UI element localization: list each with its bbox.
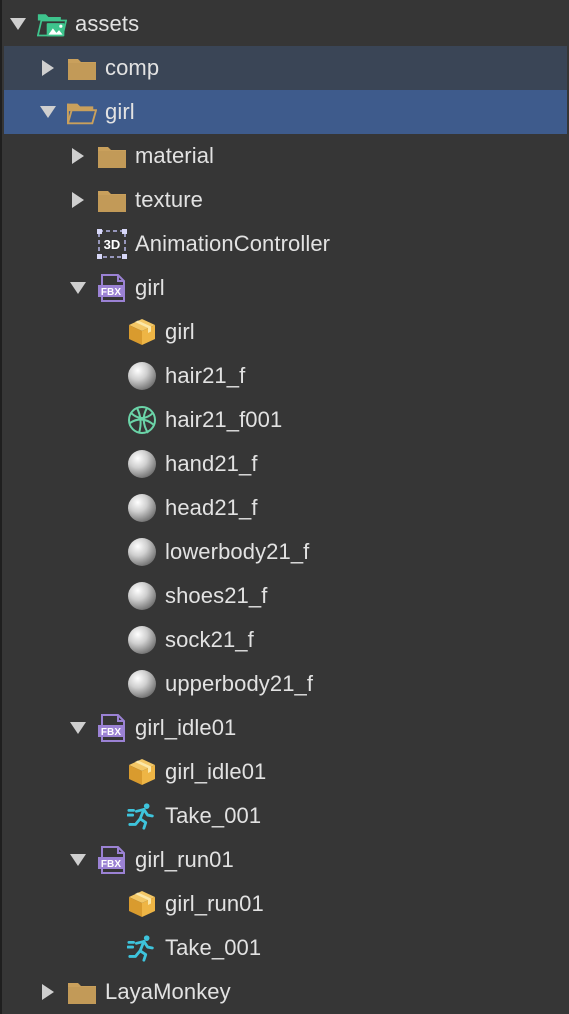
tree-row[interactable]: girl_idle01: [4, 750, 567, 794]
tree-row[interactable]: girl: [4, 90, 567, 134]
material-sphere-icon: [127, 581, 157, 611]
tree-row-label: girl_idle01: [165, 759, 267, 784]
tree-row[interactable]: texture: [4, 178, 567, 222]
tree-row-label: upperbody21_f: [165, 671, 314, 696]
arrow-spacer: [98, 410, 118, 430]
collapse-arrow-icon[interactable]: [8, 14, 28, 34]
arrow-spacer: [68, 234, 88, 254]
svg-text:FBX: FBX: [101, 287, 122, 298]
mesh-sphere-icon: [127, 405, 157, 435]
asset-tree: assets comp girl material texture 3D Animation…: [0, 0, 567, 1014]
tree-row-label: LayaMonkey: [105, 979, 231, 1004]
tree-row[interactable]: comp: [4, 46, 567, 90]
tree-row-label: AnimationController: [135, 231, 331, 256]
tree-row[interactable]: head21_f: [4, 486, 567, 530]
collapse-arrow-icon[interactable]: [68, 278, 88, 298]
tree-row-label: girl: [165, 319, 195, 344]
arrow-spacer: [98, 630, 118, 650]
prefab-box-icon: [127, 889, 157, 919]
tree-row-label: girl_idle01: [135, 715, 237, 740]
material-sphere-icon: [127, 537, 157, 567]
prefab-box-icon: [127, 317, 157, 347]
tree-row[interactable]: girl_run01: [4, 882, 567, 926]
tree-row-label: girl_run01: [135, 847, 234, 872]
arrow-spacer: [98, 498, 118, 518]
tree-row-label: head21_f: [165, 495, 258, 520]
tree-row[interactable]: FBX girl_idle01: [4, 706, 567, 750]
arrow-spacer: [98, 454, 118, 474]
tree-row[interactable]: FBX girl: [4, 266, 567, 310]
tree-row-label: girl_run01: [165, 891, 264, 916]
expand-arrow-icon[interactable]: [68, 190, 88, 210]
tree-row-label: Take_001: [165, 803, 262, 828]
expand-arrow-icon[interactable]: [68, 146, 88, 166]
tree-row[interactable]: Take_001: [4, 926, 567, 970]
arrow-spacer: [98, 674, 118, 694]
animation-clip-running-icon: [127, 933, 157, 963]
folder-icon: [97, 185, 127, 215]
tree-row-label: shoes21_f: [165, 583, 268, 608]
svg-text:FBX: FBX: [101, 727, 122, 738]
folder-icon: [67, 53, 97, 83]
tree-row-label: lowerbody21_f: [165, 539, 310, 564]
tree-row[interactable]: material: [4, 134, 567, 178]
collapse-arrow-icon[interactable]: [38, 102, 58, 122]
folder-icon: [67, 977, 97, 1007]
tree-row-label: girl: [105, 99, 135, 124]
tree-row[interactable]: upperbody21_f: [4, 662, 567, 706]
arrow-spacer: [98, 366, 118, 386]
prefab-box-icon: [127, 757, 157, 787]
tree-row[interactable]: hand21_f: [4, 442, 567, 486]
arrow-spacer: [98, 894, 118, 914]
tree-row-label: hair21_f001: [165, 407, 283, 432]
collapse-arrow-icon[interactable]: [68, 718, 88, 738]
expand-arrow-icon[interactable]: [38, 982, 58, 1002]
tree-row[interactable]: LayaMonkey: [4, 970, 567, 1014]
svg-text:3D: 3D: [104, 237, 121, 252]
tree-row-label: comp: [105, 55, 160, 80]
material-sphere-icon: [127, 361, 157, 391]
tree-row[interactable]: assets: [4, 2, 567, 46]
tree-row[interactable]: girl: [4, 310, 567, 354]
tree-row[interactable]: FBX girl_run01: [4, 838, 567, 882]
arrow-spacer: [98, 938, 118, 958]
animation-controller-3d-icon: 3D: [97, 229, 127, 259]
collapse-arrow-icon[interactable]: [68, 850, 88, 870]
fbx-file-icon: FBX: [97, 273, 127, 303]
animation-clip-running-icon: [127, 801, 157, 831]
tree-row-label: hand21_f: [165, 451, 258, 476]
open-folder-icon: [67, 97, 97, 127]
tree-row-label: girl: [135, 275, 165, 300]
tree-row[interactable]: Take_001: [4, 794, 567, 838]
fbx-file-icon: FBX: [97, 845, 127, 875]
tree-row-label: Take_001: [165, 935, 262, 960]
fbx-file-icon: FBX: [97, 713, 127, 743]
svg-text:FBX: FBX: [101, 859, 122, 870]
tree-row-label: assets: [75, 11, 140, 36]
expand-arrow-icon[interactable]: [38, 58, 58, 78]
folder-icon: [97, 141, 127, 171]
tree-row[interactable]: 3D AnimationController: [4, 222, 567, 266]
arrow-spacer: [98, 762, 118, 782]
tree-row[interactable]: hair21_f: [4, 354, 567, 398]
material-sphere-icon: [127, 625, 157, 655]
tree-row[interactable]: sock21_f: [4, 618, 567, 662]
tree-row-label: material: [135, 143, 215, 168]
tree-row-label: sock21_f: [165, 627, 254, 652]
tree-row[interactable]: hair21_f001: [4, 398, 567, 442]
arrow-spacer: [98, 586, 118, 606]
tree-row[interactable]: lowerbody21_f: [4, 530, 567, 574]
tree-row-label: hair21_f: [165, 363, 246, 388]
material-sphere-icon: [127, 449, 157, 479]
material-sphere-icon: [127, 669, 157, 699]
arrow-spacer: [98, 806, 118, 826]
tree-row[interactable]: shoes21_f: [4, 574, 567, 618]
arrow-spacer: [98, 322, 118, 342]
assets-folder-icon: [37, 9, 67, 39]
tree-row-label: texture: [135, 187, 203, 212]
arrow-spacer: [98, 542, 118, 562]
material-sphere-icon: [127, 493, 157, 523]
